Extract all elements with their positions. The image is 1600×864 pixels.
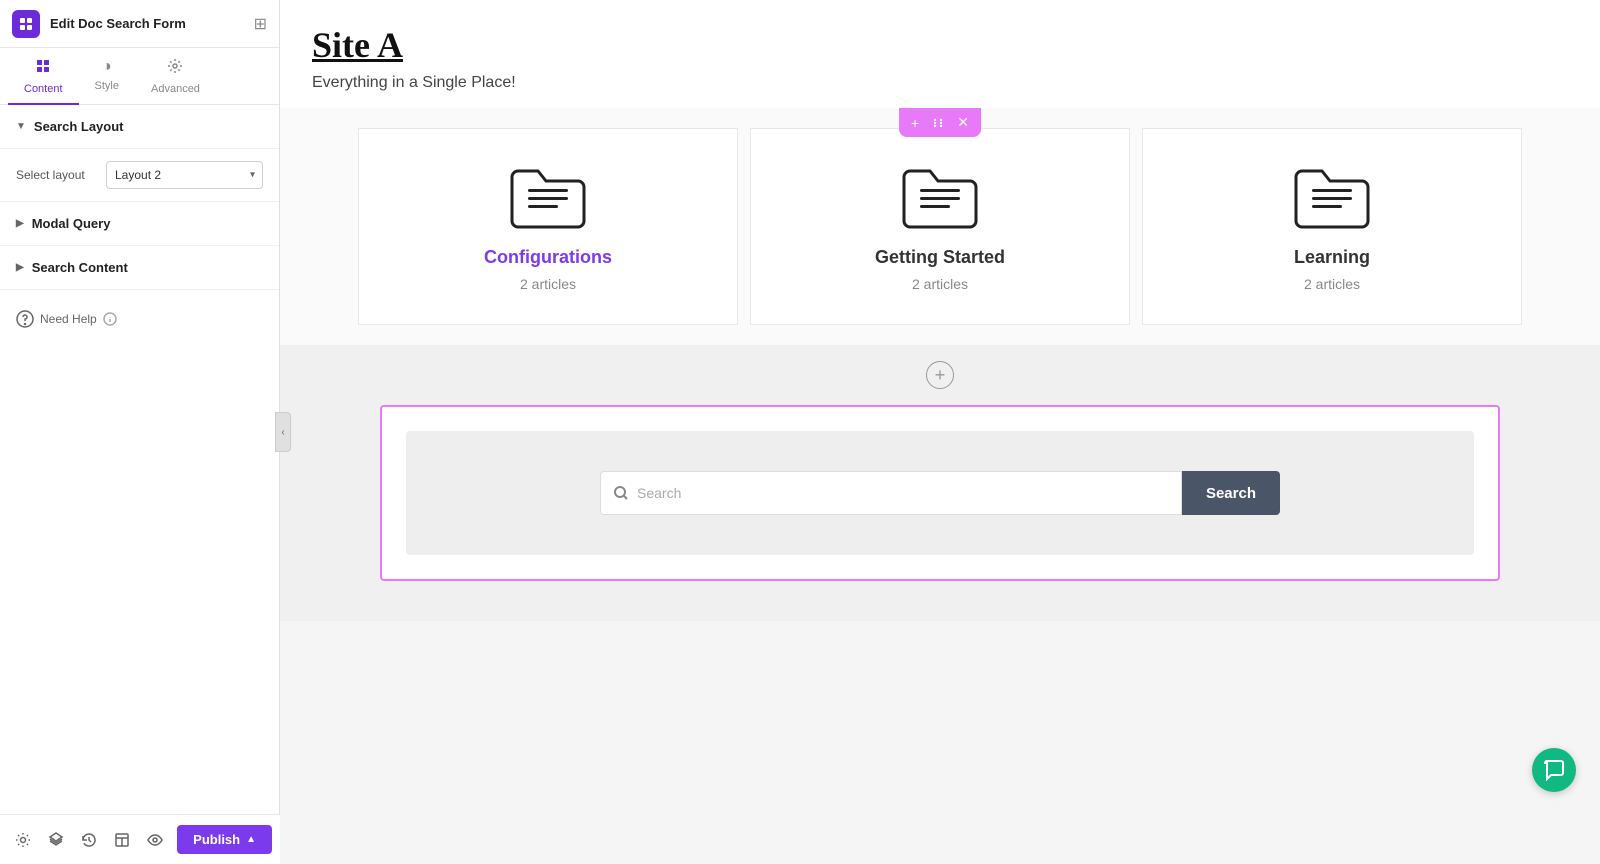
style-icon: ◑ (102, 58, 112, 76)
app-icon (12, 10, 40, 38)
search-bar-container: Search Search (600, 471, 1280, 515)
widget-drag-button[interactable] (929, 114, 947, 132)
settings-button[interactable] (8, 824, 37, 856)
chevron-right-icon: ▶ (16, 218, 24, 229)
widget-add-button[interactable]: + (909, 113, 921, 133)
section-search-layout-label: Search Layout (34, 119, 124, 134)
advanced-icon (167, 58, 183, 79)
folder-icon-getting-started (900, 161, 980, 231)
search-form-inner: Search Search (406, 431, 1474, 555)
category-name-getting-started: Getting Started (875, 247, 1005, 268)
sidebar: Edit Doc Search Form ⊞ Content ◑ Style (0, 0, 280, 864)
main-content: Site A Everything in a Single Place! + ✕ (280, 0, 1600, 864)
history-button[interactable] (74, 824, 103, 856)
add-section-area: + (280, 345, 1600, 405)
template-button[interactable] (107, 824, 136, 856)
publish-button[interactable]: Publish ▲ (177, 825, 272, 854)
chat-fab-button[interactable] (1532, 748, 1576, 792)
sidebar-title: Edit Doc Search Form (50, 16, 244, 31)
collapse-sidebar-button[interactable]: ‹ (275, 412, 291, 452)
sidebar-header: Edit Doc Search Form ⊞ (0, 0, 279, 48)
select-layout-label: Select layout (16, 168, 96, 182)
search-section-wrapper: Search Search (280, 405, 1600, 621)
category-card-getting-started[interactable]: Getting Started 2 articles (750, 128, 1130, 325)
layout-select[interactable]: Layout 2 Layout 1 Layout 3 (106, 161, 263, 189)
categories-row: Configurations 2 articles Getting Starte… (280, 108, 1600, 345)
grid-icon[interactable]: ⊞ (254, 14, 267, 34)
section-search-layout[interactable]: ▼ Search Layout (0, 105, 279, 149)
search-icon (613, 485, 629, 501)
section-search-layout-body: Select layout Layout 2 Layout 1 Layout 3 (0, 149, 279, 202)
need-help-link[interactable]: Need Help (16, 310, 263, 328)
search-submit-button[interactable]: Search (1182, 471, 1280, 515)
site-title: Site A (312, 24, 1568, 66)
section-modal-query[interactable]: ▶ Modal Query (0, 202, 279, 246)
kb-section: + ✕ Configurations 2 (280, 108, 1600, 345)
tab-advanced[interactable]: Advanced (135, 48, 216, 105)
chevron-down-icon: ▼ (16, 121, 26, 132)
publish-label: Publish (193, 832, 240, 847)
search-input-wrapper[interactable]: Search (600, 471, 1182, 515)
layout-select-wrapper: Layout 2 Layout 1 Layout 3 (106, 161, 263, 189)
layout-select-row: Select layout Layout 2 Layout 1 Layout 3 (16, 161, 263, 189)
section-search-content[interactable]: ▶ Search Content (0, 246, 279, 290)
need-help-label: Need Help (40, 312, 97, 326)
tab-content-label: Content (24, 83, 63, 95)
sidebar-content: ▼ Search Layout Select layout Layout 2 L… (0, 105, 279, 864)
content-icon (35, 58, 51, 79)
search-form-section: Search Search (380, 405, 1500, 581)
tab-content[interactable]: Content (8, 48, 79, 105)
chevron-up-icon: ▲ (246, 834, 256, 845)
folder-icon-learning (1292, 161, 1372, 231)
folder-icon-configurations (508, 161, 588, 231)
site-header: Site A Everything in a Single Place! (280, 0, 1600, 108)
site-subtitle: Everything in a Single Place! (312, 74, 1568, 92)
section-modal-query-label: Modal Query (32, 216, 111, 231)
widget-toolbar: + ✕ (899, 108, 981, 137)
tab-advanced-label: Advanced (151, 83, 200, 95)
search-input-placeholder: Search (637, 485, 681, 501)
widget-close-button[interactable]: ✕ (955, 112, 971, 133)
category-card-learning[interactable]: Learning 2 articles (1142, 128, 1522, 325)
chevron-right-icon-2: ▶ (16, 262, 24, 273)
category-name-learning: Learning (1294, 247, 1370, 268)
tab-style[interactable]: ◑ Style (79, 48, 135, 105)
bottom-toolbar: Publish ▲ (0, 814, 280, 864)
need-help-area: Need Help (0, 290, 279, 348)
category-articles-getting-started: 2 articles (912, 276, 968, 292)
tab-bar: Content ◑ Style Advanced (0, 48, 279, 105)
section-search-content-label: Search Content (32, 260, 128, 275)
tab-style-label: Style (95, 80, 119, 92)
info-icon (103, 312, 117, 326)
category-articles-configurations: 2 articles (520, 276, 576, 292)
category-card-configurations[interactable]: Configurations 2 articles (358, 128, 738, 325)
category-name-configurations: Configurations (484, 247, 612, 268)
layers-button[interactable] (41, 824, 70, 856)
add-section-button[interactable]: + (926, 361, 954, 389)
preview-button[interactable] (140, 824, 169, 856)
help-icon (16, 310, 34, 328)
chat-icon (1543, 759, 1565, 781)
category-articles-learning: 2 articles (1304, 276, 1360, 292)
